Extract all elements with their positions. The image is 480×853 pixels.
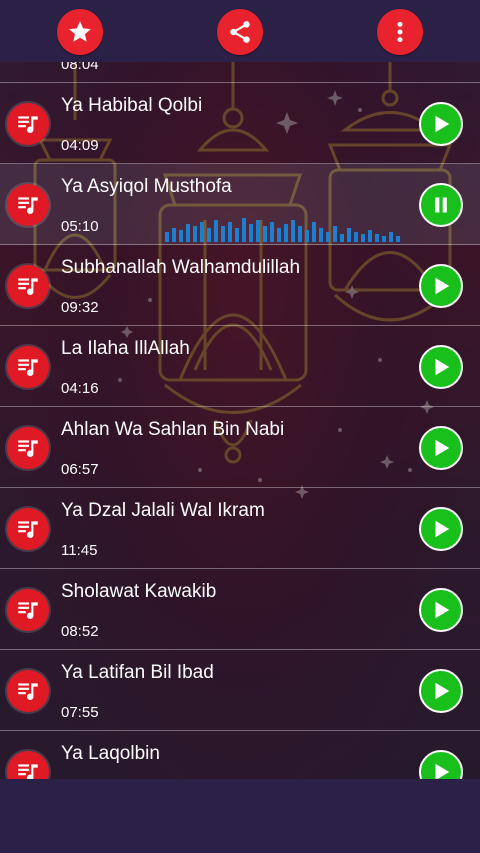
play-button[interactable] bbox=[419, 750, 463, 779]
pause-button[interactable] bbox=[419, 183, 463, 227]
song-duration: 11:45 bbox=[61, 542, 98, 559]
playlist-note-icon bbox=[7, 103, 49, 145]
song-duration: 04:09 bbox=[61, 137, 99, 154]
more-options-button[interactable] bbox=[377, 9, 423, 55]
playlist-note-icon bbox=[7, 508, 49, 550]
song-title: Ya Latifan Bil Ibad bbox=[61, 662, 214, 683]
song-title: Sholawat Kawakib bbox=[61, 581, 217, 602]
list-item[interactable]: La Ilaha IllAllah 04:16 bbox=[0, 326, 480, 407]
song-title: La Ilaha IllAllah bbox=[61, 338, 190, 359]
play-button[interactable] bbox=[419, 102, 463, 146]
play-icon bbox=[435, 277, 450, 295]
list-item[interactable]: Ya Habibal Qolbi 04:09 bbox=[0, 83, 480, 164]
song-duration: 06:57 bbox=[61, 461, 99, 478]
song-duration: 09:32 bbox=[61, 299, 99, 316]
song-title: Ya Dzal Jalali Wal Ikram bbox=[61, 500, 265, 521]
play-icon bbox=[435, 358, 450, 376]
song-duration: 08:52 bbox=[61, 623, 99, 640]
list-item[interactable]: Sholawat Kawakib 08:52 bbox=[0, 569, 480, 650]
list-item[interactable]: Ya Dzal Jalali Wal Ikram 11:45 bbox=[0, 488, 480, 569]
song-duration: 08:04 bbox=[61, 62, 99, 73]
play-button[interactable] bbox=[419, 507, 463, 551]
playlist-note-icon bbox=[7, 589, 49, 631]
play-icon bbox=[435, 682, 450, 700]
list-item-now-playing[interactable]: Ya Asyiqol Musthofa 05:10 bbox=[0, 164, 480, 245]
play-icon bbox=[435, 601, 450, 619]
song-title: Ahlan Wa Sahlan Bin Nabi bbox=[61, 419, 285, 440]
playlist-note-icon bbox=[7, 427, 49, 469]
play-button[interactable] bbox=[419, 669, 463, 713]
play-icon bbox=[435, 520, 450, 538]
star-icon bbox=[69, 21, 91, 42]
bottom-bar bbox=[0, 779, 480, 853]
more-vertical-icon bbox=[397, 21, 403, 43]
audio-visualizer bbox=[165, 218, 400, 242]
list-item[interactable]: Ya Laqolbin bbox=[0, 731, 480, 779]
song-list[interactable]: 08:04 Ya Habibal Qolbi 04:09 Ya Asyiqol … bbox=[0, 62, 480, 779]
song-duration: 05:10 bbox=[61, 218, 99, 235]
playlist-note-icon bbox=[7, 751, 49, 779]
play-button[interactable] bbox=[419, 426, 463, 470]
share-icon bbox=[230, 21, 250, 43]
song-duration: 04:16 bbox=[61, 380, 99, 397]
list-item[interactable]: 08:04 bbox=[0, 62, 480, 83]
song-title: Ya Laqolbin bbox=[61, 743, 160, 764]
pause-icon bbox=[435, 197, 447, 213]
song-duration: 07:55 bbox=[61, 704, 99, 721]
play-icon bbox=[435, 763, 450, 779]
share-button[interactable] bbox=[217, 9, 263, 55]
list-item[interactable]: Subhanallah Walhamdulillah 09:32 bbox=[0, 245, 480, 326]
playlist-note-icon bbox=[7, 670, 49, 712]
favorite-button[interactable] bbox=[57, 9, 103, 55]
play-button[interactable] bbox=[419, 345, 463, 389]
play-button[interactable] bbox=[419, 588, 463, 632]
top-toolbar bbox=[0, 0, 480, 62]
playlist-note-icon bbox=[7, 265, 49, 307]
song-title: Ya Habibal Qolbi bbox=[61, 95, 203, 116]
playlist-note-icon bbox=[7, 184, 49, 226]
list-item[interactable]: Ya Latifan Bil Ibad 07:55 bbox=[0, 650, 480, 731]
list-item[interactable]: Ahlan Wa Sahlan Bin Nabi 06:57 bbox=[0, 407, 480, 488]
play-icon bbox=[435, 115, 450, 133]
playlist-note-icon bbox=[7, 346, 49, 388]
play-icon bbox=[435, 439, 450, 457]
play-button[interactable] bbox=[419, 264, 463, 308]
song-title: Subhanallah Walhamdulillah bbox=[61, 257, 301, 278]
song-title: Ya Asyiqol Musthofa bbox=[61, 176, 232, 197]
